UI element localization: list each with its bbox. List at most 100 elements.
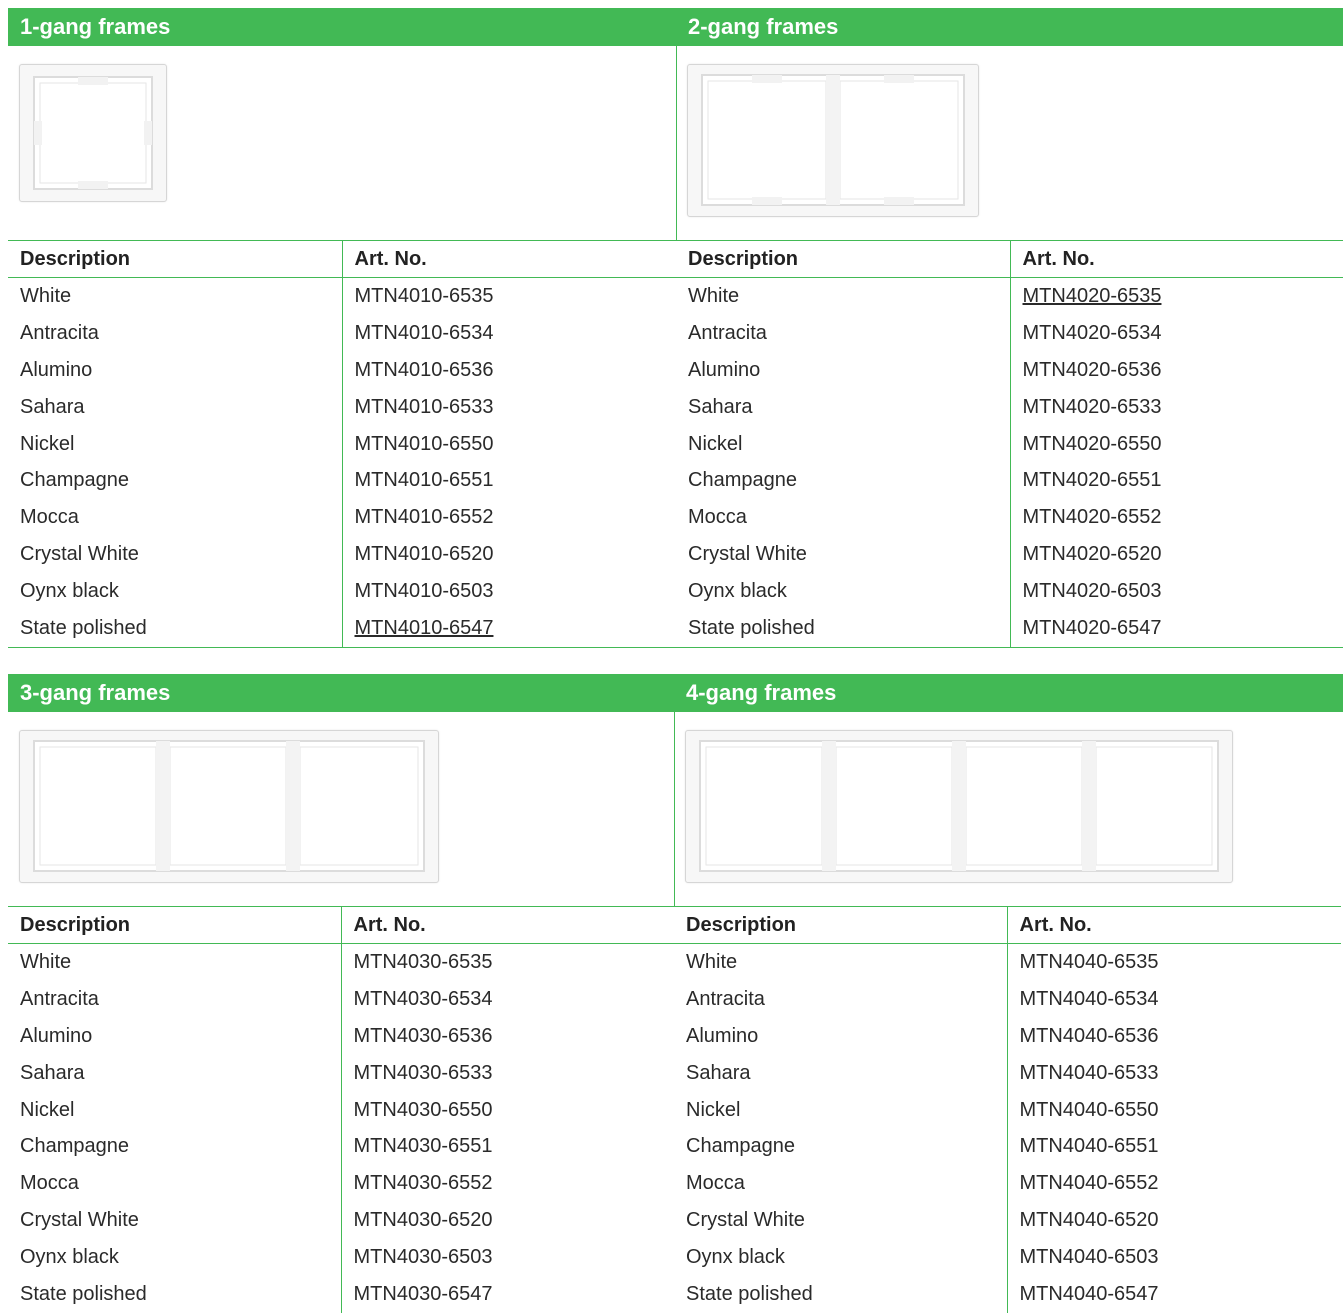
art-no-cell: MTN4010-6533: [341, 388, 676, 426]
art-no-cell: MTN4020-6552: [1009, 499, 1343, 537]
art-no-cell: MTN4030-6536: [340, 1017, 674, 1055]
description-cell: Alumino: [20, 1024, 93, 1047]
art-no-cell: MTN4010-6520: [341, 536, 676, 574]
description-cell: Antracita: [20, 321, 99, 344]
art-no-cell: MTN4040-6503: [1006, 1239, 1341, 1277]
description-cell: Sahara: [20, 1061, 85, 1084]
description-cell: Antracita: [688, 321, 767, 344]
table-row: Oynx black MTN4040-6503: [674, 1239, 1341, 1277]
table-row: Champagne MTN4010-6551: [8, 462, 676, 500]
description-cell: State polished: [686, 1282, 813, 1305]
description-cell: Alumino: [20, 358, 93, 381]
art-no-cell: MTN4030-6552: [340, 1165, 674, 1203]
section-title: 2-gang frames: [676, 8, 1343, 46]
art-no-cell: MTN4040-6533: [1006, 1054, 1341, 1092]
description-cell: Crystal White: [20, 1209, 139, 1232]
table-row: State polished MTN4010-6547: [8, 610, 676, 648]
description-cell: Champagne: [20, 469, 129, 492]
column-header-description: Description: [8, 240, 342, 278]
2-gang-frame-image: [687, 64, 979, 217]
description-cell: Mocca: [688, 506, 747, 529]
art-no-cell: MTN4030-6535: [340, 943, 674, 981]
table-row: Nickel MTN4010-6550: [8, 425, 676, 463]
table-row: State polished MTN4030-6547: [8, 1276, 674, 1313]
column-divider: [676, 46, 677, 240]
1-gang-frame-image: [19, 64, 167, 202]
art-no-cell: MTN4040-6534: [1006, 980, 1341, 1018]
section-title: 1-gang frames: [8, 8, 676, 46]
description-cell: Nickel: [688, 432, 743, 455]
description-cell: Oynx black: [688, 580, 787, 603]
column-header-art-no: Art. No.: [340, 906, 674, 944]
table-row: Oynx black MTN4020-6503: [676, 573, 1343, 611]
art-no-cell: MTN4010-6535: [341, 277, 676, 315]
table-row: Oynx black MTN4010-6503: [8, 573, 676, 611]
table-row: State polished MTN4020-6547: [676, 610, 1343, 648]
section-3-gang: 3-gang frames Description Art. No. White…: [8, 674, 674, 1313]
art-no-cell: MTN4010-6503: [341, 573, 676, 611]
table-row: Crystal White MTN4040-6520: [674, 1202, 1341, 1240]
art-no-cell: MTN4010-6550: [341, 425, 676, 463]
description-cell: Alumino: [686, 1024, 759, 1047]
table-row: Crystal White MTN4010-6520: [8, 536, 676, 574]
3-gang-frame-image: [19, 730, 439, 883]
description-cell: Nickel: [686, 1098, 741, 1121]
art-no-cell: MTN4020-6551: [1009, 462, 1343, 500]
table-row: Mocca MTN4040-6552: [674, 1165, 1341, 1203]
description-cell: White: [686, 950, 738, 973]
description-cell: Alumino: [688, 358, 761, 381]
column-header-description: Description: [674, 906, 1007, 944]
spec-table: Description Art. No. White MTN4030-6535 A…: [8, 906, 674, 1313]
art-no-cell: MTN4020-6547: [1009, 610, 1343, 648]
table-row: Oynx black MTN4030-6503: [8, 1239, 674, 1277]
table-row: Sahara MTN4030-6533: [8, 1054, 674, 1092]
table-row: Antracita MTN4020-6534: [676, 314, 1343, 352]
art-no-cell: MTN4020-6503: [1009, 573, 1343, 611]
table-row: Sahara MTN4010-6533: [8, 388, 676, 426]
table-row: White MTN4030-6535: [8, 943, 674, 981]
4-gang-frame-image: [685, 730, 1233, 883]
section-4-gang: 4-gang frames Description Art. No. White…: [674, 674, 1343, 1313]
column-header-art-no: Art. No.: [341, 240, 676, 278]
art-no-cell: MTN4030-6503: [340, 1239, 674, 1277]
section-title: 4-gang frames: [674, 674, 1343, 712]
table-row: White MTN4010-6535: [8, 277, 676, 315]
description-cell: Crystal White: [20, 543, 139, 566]
description-cell: Mocca: [20, 1172, 79, 1195]
art-no-cell: MTN4030-6534: [340, 980, 674, 1018]
art-no-cell: MTN4040-6520: [1006, 1202, 1341, 1240]
description-cell: Sahara: [686, 1061, 751, 1084]
art-no-cell: MTN4020-6536: [1009, 351, 1343, 389]
art-no-text[interactable]: MTN4020-6535: [1023, 285, 1162, 307]
art-no-cell: MTN4030-6547: [340, 1276, 674, 1313]
spec-table: Description Art. No. White MTN4040-6535 A…: [674, 906, 1341, 1313]
art-no-cell: MTN4020-6534: [1009, 314, 1343, 352]
description-cell: Mocca: [686, 1172, 745, 1195]
art-no-text[interactable]: MTN4010-6547: [355, 617, 494, 639]
description-cell: Sahara: [20, 395, 85, 418]
description-cell: Oynx black: [20, 1246, 119, 1269]
column-divider: [674, 712, 675, 906]
description-cell: Mocca: [20, 506, 79, 529]
table-row: Sahara MTN4040-6533: [674, 1054, 1341, 1092]
table-row: Antracita MTN4030-6534: [8, 980, 674, 1018]
description-cell: Antracita: [686, 987, 765, 1010]
table-row: Champagne MTN4040-6551: [674, 1128, 1341, 1166]
column-header-art-no: Art. No.: [1006, 906, 1341, 944]
table-row: Mocca MTN4030-6552: [8, 1165, 674, 1203]
description-cell: Crystal White: [686, 1209, 805, 1232]
table-row: Crystal White MTN4030-6520: [8, 1202, 674, 1240]
table-row: Nickel MTN4020-6550: [676, 425, 1343, 463]
table-row: Alumino MTN4040-6536: [674, 1017, 1341, 1055]
table-row: Mocca MTN4020-6552: [676, 499, 1343, 537]
table-row: Champagne MTN4030-6551: [8, 1128, 674, 1166]
description-cell: State polished: [8, 610, 342, 648]
table-row: Alumino MTN4020-6536: [676, 351, 1343, 389]
column-header-description: Description: [676, 240, 1010, 278]
art-no-cell: MTN4030-6551: [340, 1128, 674, 1166]
art-no-link[interactable]: MTN4010-6547: [341, 610, 676, 648]
art-no-link[interactable]: MTN4020-6535: [1009, 277, 1343, 315]
table-row: State polished MTN4040-6547: [674, 1276, 1341, 1313]
table-row: Sahara MTN4020-6533: [676, 388, 1343, 426]
art-no-cell: MTN4030-6533: [340, 1054, 674, 1092]
